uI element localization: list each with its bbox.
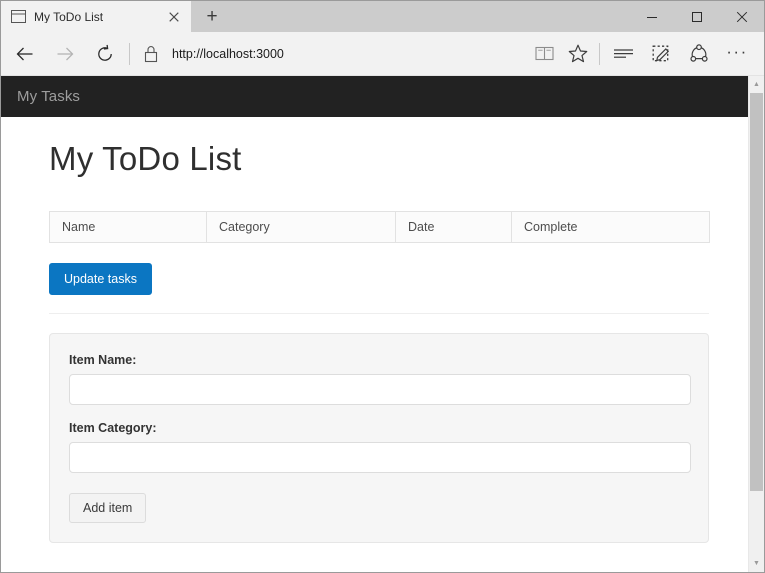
tab-title: My ToDo List bbox=[34, 11, 157, 23]
item-name-label: Item Name: bbox=[69, 353, 689, 367]
toolbar-right-icons: ··· bbox=[527, 34, 756, 74]
update-tasks-button[interactable]: Update tasks bbox=[49, 263, 152, 295]
toolbar-divider bbox=[129, 43, 130, 65]
add-item-form: Item Name: Item Category: Add item bbox=[49, 333, 709, 543]
add-item-button[interactable]: Add item bbox=[69, 493, 146, 523]
close-icon[interactable] bbox=[165, 8, 183, 26]
maximize-icon[interactable] bbox=[674, 1, 719, 32]
window-controls bbox=[629, 1, 764, 32]
table-header-row: Name Category Date Complete bbox=[50, 212, 710, 243]
new-tab-button[interactable]: + bbox=[191, 1, 233, 32]
browser-window: My ToDo List + bbox=[0, 0, 765, 573]
item-category-input[interactable] bbox=[69, 442, 691, 473]
page-scrollbar[interactable]: ▲ ▼ bbox=[748, 76, 764, 572]
web-page: My Tasks My ToDo List Name Category Date… bbox=[1, 76, 748, 572]
browser-tab[interactable]: My ToDo List bbox=[1, 1, 191, 32]
item-name-input[interactable] bbox=[69, 374, 691, 405]
page-viewport: My Tasks My ToDo List Name Category Date… bbox=[1, 76, 764, 572]
toolbar-divider-2 bbox=[599, 43, 600, 65]
hub-lines-icon[interactable] bbox=[604, 34, 642, 74]
column-header-complete: Complete bbox=[512, 212, 710, 243]
tab-strip: My ToDo List + bbox=[1, 1, 764, 32]
address-bar[interactable]: http://localhost:3000 bbox=[168, 34, 527, 74]
page-container: My ToDo List Name Category Date Complete… bbox=[1, 140, 748, 543]
form-actions: Add item bbox=[69, 493, 689, 523]
column-header-name: Name bbox=[50, 212, 207, 243]
tasks-table-head: Name Category Date Complete bbox=[50, 212, 710, 243]
back-arrow-icon[interactable] bbox=[5, 34, 45, 74]
web-note-pencil-icon[interactable] bbox=[642, 34, 680, 74]
item-category-label: Item Category: bbox=[69, 421, 689, 435]
column-header-date: Date bbox=[396, 212, 512, 243]
refresh-icon[interactable] bbox=[85, 34, 125, 74]
more-dots-icon: ··· bbox=[726, 43, 747, 65]
lock-icon bbox=[134, 34, 168, 74]
navbar-brand[interactable]: My Tasks bbox=[17, 88, 80, 105]
site-navbar: My Tasks bbox=[1, 76, 748, 117]
page-title: My ToDo List bbox=[49, 140, 700, 178]
forward-arrow-icon[interactable] bbox=[45, 34, 85, 74]
window-favicon-icon bbox=[11, 10, 26, 23]
close-icon[interactable] bbox=[719, 1, 764, 32]
share-icon[interactable] bbox=[680, 34, 718, 74]
section-divider bbox=[49, 313, 709, 314]
scroll-up-arrow-icon[interactable]: ▲ bbox=[749, 76, 764, 93]
url-text: http://localhost:3000 bbox=[172, 47, 284, 61]
star-icon[interactable] bbox=[561, 34, 595, 74]
more-settings-button[interactable]: ··· bbox=[718, 34, 756, 74]
tasks-table: Name Category Date Complete bbox=[49, 211, 710, 243]
scrollbar-thumb[interactable] bbox=[750, 93, 763, 491]
minimize-icon[interactable] bbox=[629, 1, 674, 32]
browser-toolbar: http://localhost:3000 bbox=[1, 32, 764, 76]
column-header-category: Category bbox=[207, 212, 396, 243]
scroll-down-arrow-icon[interactable]: ▼ bbox=[749, 555, 764, 572]
book-icon[interactable] bbox=[527, 34, 561, 74]
